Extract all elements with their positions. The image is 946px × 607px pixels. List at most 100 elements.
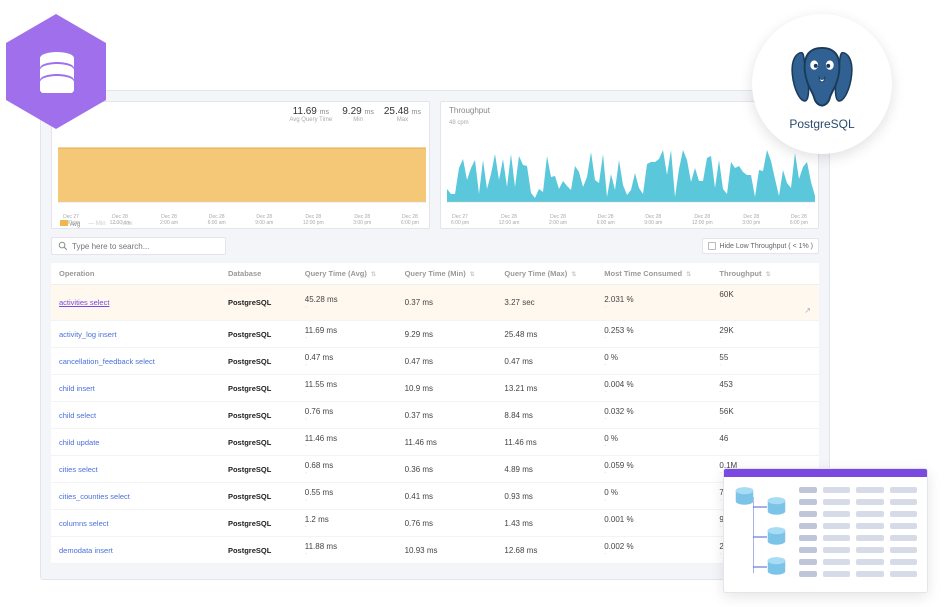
cell-most: 0.253 %- [596,321,711,348]
cell-qavg: 11.55 ms- [297,375,397,402]
cell-qmin: 9.29 ms [397,321,497,348]
cell-qavg: 0.76 ms- [297,402,397,429]
col-thr[interactable]: Throughput ⇅ [711,263,819,285]
external-link-icon[interactable]: ↗ [804,306,811,315]
hide-low-throughput-toggle[interactable]: Hide Low Throughput ( < 1% ) [702,238,819,254]
db-tree-widget [723,468,928,593]
operation-link[interactable]: demodata insert [51,537,220,564]
col-qmax[interactable]: Query Time (Max) ⇅ [496,263,596,285]
cell-qavg: 11.88 ms- [297,537,397,564]
cell-qmin: 11.46 ms [397,429,497,456]
cell-thr: 60K-↗ [711,285,819,321]
cell-qmax: 11.46 ms [496,429,596,456]
cell-database: PostgreSQL [220,402,297,429]
cell-qmax: 25.48 ms [496,321,596,348]
cell-qmin: 0.76 ms [397,510,497,537]
operation-link[interactable]: cities select [51,456,220,483]
table-row[interactable]: columns selectPostgreSQL1.2 ms-0.76 ms1.… [51,510,819,537]
cell-most: 0.004 %- [596,375,711,402]
db-icon [766,557,787,575]
cell-database: PostgreSQL [220,510,297,537]
query-time-chart[interactable]: 11.69 ms Avg Query Time 9.29 ms Min 25.4… [51,101,430,229]
cell-thr: 56K- [711,402,819,429]
table-row[interactable]: activities selectPostgreSQL45.28 ms-0.37… [51,285,819,321]
hex-db-badge [6,14,106,129]
dashboard-frame: 11.69 ms Avg Query Time 9.29 ms Min 25.4… [40,90,830,580]
operation-link[interactable]: activities select [51,285,220,321]
col-qavg[interactable]: Query Time (Avg) ⇅ [297,263,397,285]
cell-most: 0.032 %- [596,402,711,429]
elephant-icon [783,37,861,115]
cell-most: 0 %- [596,429,711,456]
table-row[interactable]: child updatePostgreSQL11.46 ms-11.46 ms1… [51,429,819,456]
postgres-label: PostgreSQL [789,117,854,131]
cell-qmax: 3.27 sec [496,285,596,321]
search-icon [58,241,68,251]
operation-link[interactable]: activity_log insert [51,321,220,348]
cell-qavg: 11.46 ms- [297,429,397,456]
cell-qmax: 13.21 ms [496,375,596,402]
cell-qavg: 11.69 ms- [297,321,397,348]
cell-qavg: 1.2 ms- [297,510,397,537]
cell-thr: 55- [711,348,819,375]
cell-qmin: 0.37 ms [397,285,497,321]
cell-database: PostgreSQL [220,321,297,348]
cell-qmin: 0.37 ms [397,402,497,429]
operation-link[interactable]: cancellation_feedback select [51,348,220,375]
operation-link[interactable]: cities_counties select [51,483,220,510]
cell-qavg: 0.47 ms- [297,348,397,375]
operations-table: Operation Database Query Time (Avg) ⇅ Qu… [51,263,819,564]
cell-qmin: 0.36 ms [397,456,497,483]
table-row[interactable]: child insertPostgreSQL11.55 ms-10.9 ms13… [51,375,819,402]
cell-qmax: 1.43 ms [496,510,596,537]
cell-database: PostgreSQL [220,375,297,402]
col-qmin[interactable]: Query Time (Min) ⇅ [397,263,497,285]
cell-thr: 453- [711,375,819,402]
operation-link[interactable]: child insert [51,375,220,402]
cell-database: PostgreSQL [220,456,297,483]
cell-most: 0 %- [596,483,711,510]
cell-most: 0 %- [596,348,711,375]
col-database[interactable]: Database [220,263,297,285]
table-row[interactable]: cities selectPostgreSQL0.68 ms-0.36 ms4.… [51,456,819,483]
search-input[interactable] [72,242,219,251]
postgres-badge: PostgreSQL [752,14,892,154]
cell-database: PostgreSQL [220,285,297,321]
cell-qmax: 0.93 ms [496,483,596,510]
table-row[interactable]: cities_counties selectPostgreSQL0.55 ms-… [51,483,819,510]
cell-most: 0.059 %- [596,456,711,483]
table-row[interactable]: cancellation_feedback selectPostgreSQL0.… [51,348,819,375]
cell-database: PostgreSQL [220,429,297,456]
cell-qmax: 0.47 ms [496,348,596,375]
cell-thr: 46- [711,429,819,456]
cell-qmax: 12.68 ms [496,537,596,564]
cell-qavg: 0.55 ms- [297,483,397,510]
chart-legend: Avg — Min — Max [60,220,133,228]
table-row[interactable]: child selectPostgreSQL0.76 ms-0.37 ms8.8… [51,402,819,429]
operation-link[interactable]: columns select [51,510,220,537]
table-row[interactable]: activity_log insertPostgreSQL11.69 ms-9.… [51,321,819,348]
checkbox-icon [708,242,716,250]
cell-qavg: 0.68 ms- [297,456,397,483]
cell-most: 0.001 %- [596,510,711,537]
search-box[interactable] [51,237,226,255]
operation-link[interactable]: child select [51,402,220,429]
db-icon [766,527,787,545]
db-icon [734,487,755,505]
table-row[interactable]: demodata insertPostgreSQL11.88 ms-10.93 … [51,537,819,564]
cell-thr: 29K- [711,321,819,348]
db-icon [766,497,787,515]
cell-qavg: 45.28 ms- [297,285,397,321]
operation-link[interactable]: child update [51,429,220,456]
cell-qmin: 10.9 ms [397,375,497,402]
cell-qmin: 0.41 ms [397,483,497,510]
cell-qmax: 4.89 ms [496,456,596,483]
cell-database: PostgreSQL [220,483,297,510]
col-operation[interactable]: Operation [51,263,220,285]
cell-most: 2.031 %- [596,285,711,321]
col-most[interactable]: Most Time Consumed ⇅ [596,263,711,285]
widget-rows [799,477,927,592]
cell-qmax: 8.84 ms [496,402,596,429]
cell-database: PostgreSQL [220,348,297,375]
cell-database: PostgreSQL [220,537,297,564]
